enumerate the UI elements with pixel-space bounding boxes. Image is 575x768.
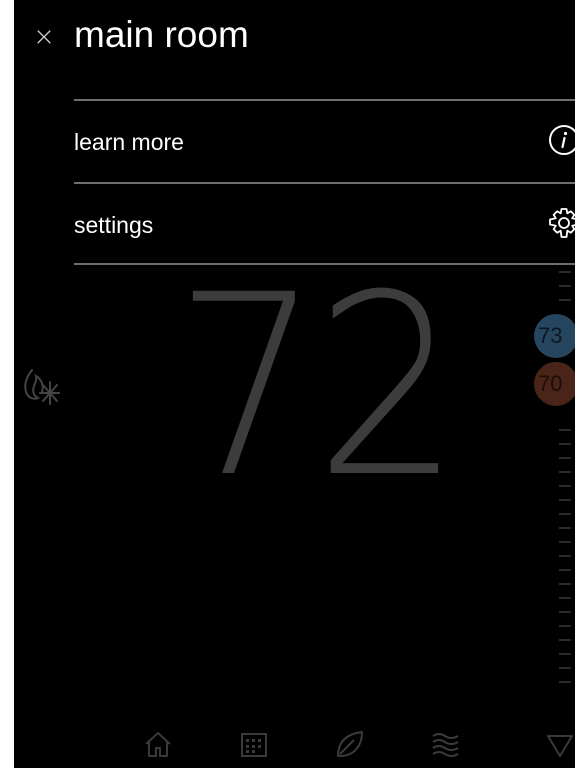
menu-item-label: learn more bbox=[74, 129, 184, 155]
cool-setpoint[interactable]: 73 bbox=[534, 314, 575, 358]
menu-item-settings[interactable]: settings bbox=[74, 186, 575, 264]
calendar-icon[interactable] bbox=[236, 726, 272, 762]
menu-item-learn-more[interactable]: learn more bbox=[74, 103, 575, 181]
gear-icon bbox=[549, 208, 575, 238]
heat-setpoint[interactable]: 70 bbox=[534, 362, 575, 406]
divider bbox=[74, 263, 575, 265]
leaf-icon[interactable] bbox=[332, 726, 368, 762]
bottom-nav bbox=[14, 720, 575, 768]
divider bbox=[74, 99, 575, 101]
triangle-down-icon[interactable] bbox=[542, 726, 575, 762]
current-temperature: 72 bbox=[174, 241, 461, 532]
divider bbox=[74, 182, 575, 184]
air-waves-icon[interactable] bbox=[428, 726, 464, 762]
thermostat-screen: 72 73 70 × main room learn more settings bbox=[14, 0, 575, 768]
menu-item-label: settings bbox=[74, 212, 154, 238]
flame-snowflake-icon[interactable] bbox=[20, 366, 60, 408]
info-icon bbox=[549, 125, 575, 155]
menu-title: main room bbox=[74, 14, 249, 55]
home-icon[interactable] bbox=[140, 726, 176, 762]
close-button[interactable]: × bbox=[31, 22, 57, 52]
